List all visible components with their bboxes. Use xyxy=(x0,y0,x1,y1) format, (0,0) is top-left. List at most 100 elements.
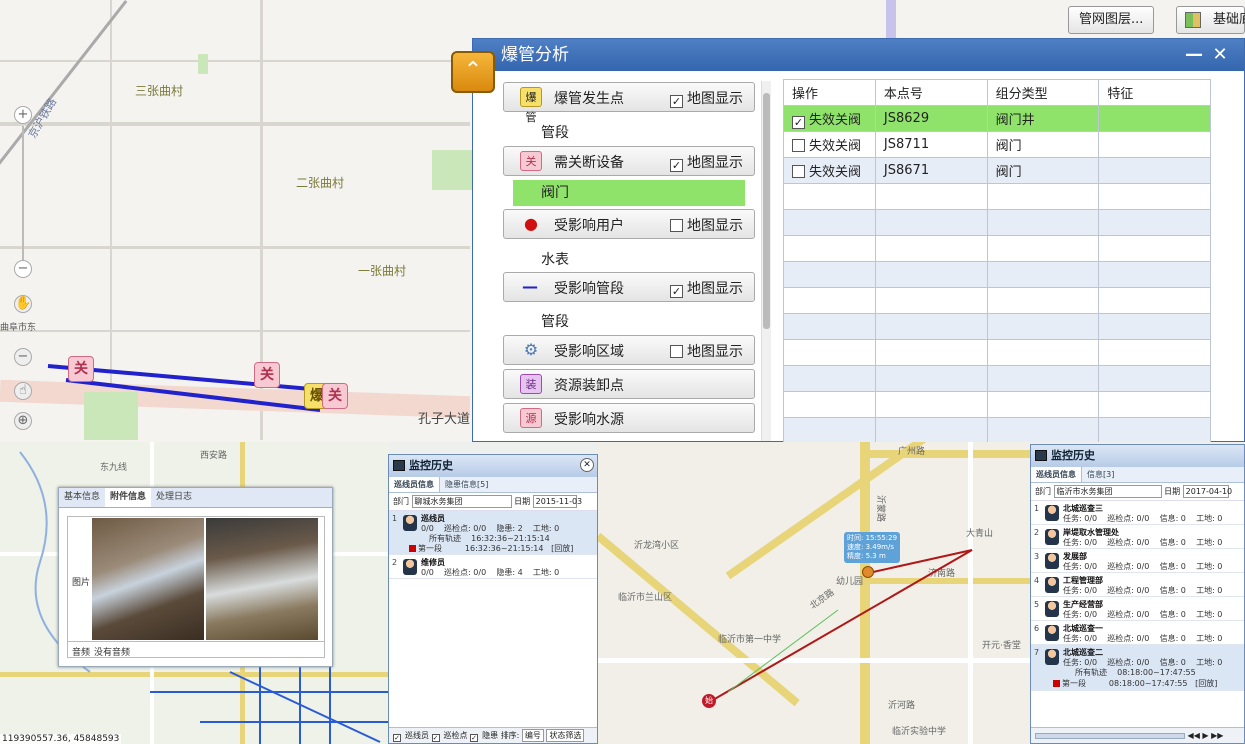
list-item[interactable]: 2 岸堤取水管理处 任务: 0/0 巡检点: 0/0 信息: 0 工地: 0 xyxy=(1031,525,1244,549)
scrollbar-thumb[interactable] xyxy=(763,93,770,329)
tab-attachment-info[interactable]: 附件信息 xyxy=(105,488,152,507)
status-filter[interactable]: 状态筛选 xyxy=(546,729,585,742)
resource-point-icon: 装 xyxy=(520,374,542,394)
legend-subtext: 管段 xyxy=(541,125,569,141)
monitor-history-panel: 监控历史 ✕ 巡线员信息 隐患信息[5] 部门 聊城水务集团 日期 2015-11-… xyxy=(388,454,598,744)
table-header-row: 操作 本点号 组分类型 特征 xyxy=(783,79,1211,106)
tab-patrol-info[interactable]: 巡线员信息 xyxy=(389,477,440,492)
close-device-marker[interactable]: 关 xyxy=(322,383,348,409)
close-device-marker[interactable]: 关 xyxy=(68,356,94,382)
gear-icon: ⚙ xyxy=(523,340,539,359)
legend-affected-pipes[interactable]: — 受影响管段 ✓ 地图显示 xyxy=(503,272,755,302)
checkbox-unchecked-icon[interactable] xyxy=(792,139,805,152)
action-cell[interactable]: 失效关阀 xyxy=(783,157,876,184)
date-input[interactable]: 2017-04-10 xyxy=(1182,485,1232,498)
table-row-empty xyxy=(783,183,1211,210)
list-item[interactable]: 3 发展部 任务: 0/0 巡检点: 0/0 信息: 0 工地: 0 xyxy=(1031,549,1244,573)
tab-hazard-info[interactable]: 隐患信息[5] xyxy=(440,477,493,492)
list-item[interactable]: 1 巡线员 0/0 巡检点: 0/0 隐患: 2 工地: 0 所有轨迹 16:3… xyxy=(389,511,597,555)
table-row[interactable]: 失效关阀 JS8671 阀门 xyxy=(783,157,1211,184)
table-row[interactable]: 失效关阀 JS8711 阀门 xyxy=(783,131,1211,158)
dept-select[interactable]: 临沂市水务集团 xyxy=(1053,485,1162,498)
action-cell[interactable]: 失效关阀 xyxy=(783,131,876,158)
checkbox-unchecked-icon xyxy=(670,345,683,358)
monitor-history-panel: 监控历史 巡线员信息 信息[3] 部门 临沂市水务集团 日期 2017-04-10… xyxy=(1030,444,1245,744)
close-icon[interactable]: ✕ xyxy=(580,458,594,472)
network-layer-button[interactable]: 管网图层... xyxy=(1068,6,1155,34)
dept-select[interactable]: 聊城水务集团 xyxy=(411,495,512,508)
audio-label: 音频 xyxy=(72,648,91,658)
legend-affected-users[interactable]: ● 受影响用户 地图显示 xyxy=(503,209,755,239)
panel-titlebar[interactable]: 监控历史 ✕ xyxy=(389,455,597,477)
monitor-icon xyxy=(393,460,405,471)
patrol-person-marker-icon[interactable] xyxy=(862,566,874,578)
map-display-checkbox[interactable]: ✓ 地图显示 xyxy=(670,152,743,172)
valve-result-table: 操作 本点号 组分类型 特征 ✓ 失效关阀 JS8629 阀门井 失效关阀 JS8… xyxy=(783,79,1211,444)
base-map-label: 基础底 xyxy=(1213,12,1245,27)
tab-info[interactable]: 信息[3] xyxy=(1082,467,1119,482)
close-button[interactable]: ✕ xyxy=(1209,39,1231,71)
panel-titlebar[interactable]: 监控历史 xyxy=(1031,445,1244,467)
close-device-icon: 关 xyxy=(520,151,542,171)
legend-label: 受影响管段 xyxy=(554,281,624,297)
map-label: 东九线 xyxy=(100,463,128,473)
map-display-checkbox[interactable]: ✓ 地图显示 xyxy=(670,88,743,108)
table-row-empty xyxy=(783,235,1211,262)
base-map-button[interactable]: 基础底 xyxy=(1176,6,1245,34)
start-point-marker-icon[interactable]: 始 xyxy=(702,694,716,708)
blue-line-icon: — xyxy=(522,277,538,296)
playback-controls-icon[interactable]: ◀◀ ▶ ▶▶ xyxy=(1188,731,1224,740)
playback-slider[interactable] xyxy=(1035,732,1185,739)
legend-valve-highlight[interactable]: 阀门 xyxy=(513,180,745,206)
replay-link[interactable]: [回放] xyxy=(551,544,573,553)
feature-cell xyxy=(1098,131,1211,158)
legend-affected-source[interactable]: 源 受影响水源 xyxy=(503,403,755,433)
tab-basic-info[interactable]: 基本信息 xyxy=(59,488,105,507)
legend-close-device[interactable]: 关 需关断设备 ✓ 地图显示 xyxy=(503,146,755,176)
legend-label: 受影响用户 xyxy=(554,218,624,234)
checkbox-checked-icon[interactable]: ✓ xyxy=(792,115,805,129)
dialog-titlebar[interactable]: ⌃ 爆管分析 — ✕ xyxy=(451,39,1244,93)
legend-scrollbar[interactable] xyxy=(761,81,771,441)
list-item[interactable]: 1 北城巡查三 任务: 0/0 巡检点: 0/0 信息: 0 工地: 0 xyxy=(1031,501,1244,525)
map-label: 西安路 xyxy=(200,451,228,461)
burst-photo-2[interactable] xyxy=(206,518,318,640)
table-row-empty xyxy=(783,313,1211,340)
close-device-marker[interactable]: 关 xyxy=(254,362,280,388)
map-display-checkbox[interactable]: 地图显示 xyxy=(670,341,743,361)
checkbox-unchecked-icon[interactable] xyxy=(792,165,805,178)
tab-process-log[interactable]: 处理日志 xyxy=(151,488,197,507)
table-row-empty xyxy=(783,287,1211,314)
table-row-empty xyxy=(783,209,1211,236)
action-cell[interactable]: ✓ 失效关阀 xyxy=(783,105,876,132)
list-item[interactable]: 2 维修员 0/0 巡检点: 0/0 隐患: 4 工地: 0 xyxy=(389,555,597,579)
photo-tabs: 基本信息 附件信息 处理日志 xyxy=(59,488,332,508)
map-display-checkbox[interactable]: ✓ 地图显示 xyxy=(670,278,743,298)
table-row[interactable]: ✓ 失效关阀 JS8629 阀门井 xyxy=(783,105,1211,132)
tab-patrol-info[interactable]: 巡线员信息 xyxy=(1031,467,1082,482)
replay-link[interactable]: [回放] xyxy=(1195,679,1217,688)
list-item[interactable]: 4 工程管理部 任务: 0/0 巡检点: 0/0 信息: 0 工地: 0 xyxy=(1031,573,1244,597)
legend-burst-point[interactable]: 爆管 爆管发生点 ✓ 地图显示 xyxy=(503,82,755,124)
column-header: 组分类型 xyxy=(986,79,1100,106)
date-input[interactable]: 2015-11-03 xyxy=(532,495,582,508)
map-display-checkbox[interactable]: 地图显示 xyxy=(670,215,743,235)
table-row-empty xyxy=(783,391,1211,418)
minimize-button[interactable]: — xyxy=(1183,39,1205,71)
base-map-icon xyxy=(1185,12,1201,28)
sort-select[interactable]: 编号 xyxy=(521,729,544,742)
burst-analysis-logo-icon: ⌃ xyxy=(451,51,495,93)
red-dot-icon: ● xyxy=(524,214,538,233)
track-info-bubble[interactable]: 时间: 15:55:29 速度: 3.49m/s 精度: 5.3 m xyxy=(844,532,901,563)
list-item[interactable]: 7 北城巡查二 任务: 0/0 巡检点: 0/0 信息: 0 工地: 0 所有轨… xyxy=(1031,645,1244,691)
burst-point-icon: 爆管 xyxy=(520,87,542,124)
legend-affected-area[interactable]: ⚙ 受影响区域 地图显示 xyxy=(503,335,755,365)
list-item[interactable]: 5 生产经营部 任务: 0/0 巡检点: 0/0 信息: 0 工地: 0 xyxy=(1031,597,1244,621)
legend-label: 资源装卸点 xyxy=(554,378,624,394)
list-item[interactable]: 6 北城巡查一 任务: 0/0 巡检点: 0/0 信息: 0 工地: 0 xyxy=(1031,621,1244,645)
point-cell: JS8629 xyxy=(874,105,988,132)
burst-photo-1[interactable] xyxy=(92,518,204,640)
legend-resource-point[interactable]: 装 资源装卸点 xyxy=(503,369,755,399)
playback-bar[interactable]: ◀◀ ▶ ▶▶ xyxy=(1031,727,1244,743)
patrol-person-icon xyxy=(1045,625,1059,641)
